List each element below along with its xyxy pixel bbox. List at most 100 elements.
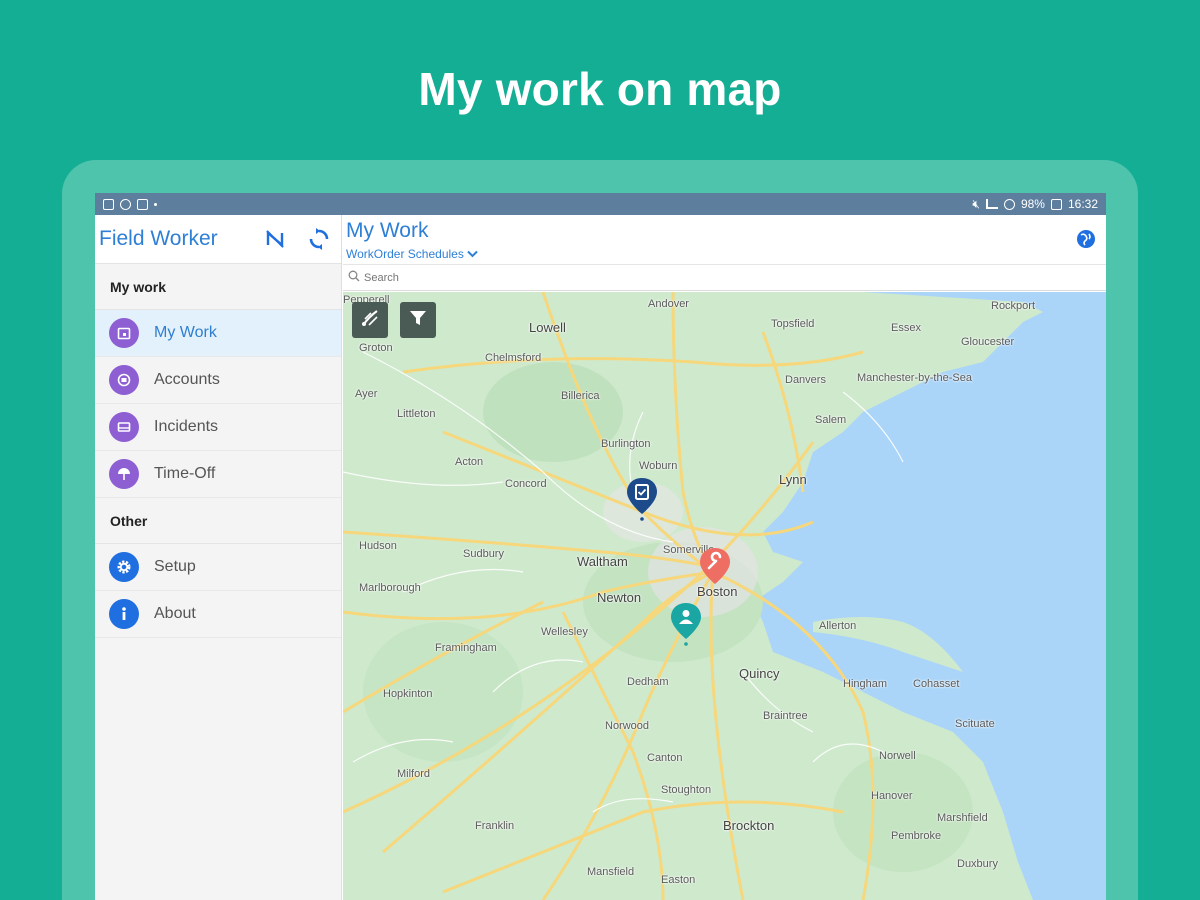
map-town-label: Burlington [601,438,651,450]
offline-icon[interactable] [263,227,287,251]
map-town-label: Manchester-by-the-Sea [857,372,972,384]
map-pin-customer[interactable] [669,601,703,647]
map-town-label: Hudson [359,540,397,552]
gallery-notification-icon [103,198,114,210]
map-town-label: Billerica [561,390,600,402]
hero-title: My work on map [418,63,782,115]
map-town-label: Hopkinton [383,688,433,700]
sync-notification-icon [120,198,131,210]
sidebar: Field Worker My work My Work Accounts In… [95,215,342,900]
map-town-label: Topsfield [771,318,815,330]
sidebar-item-setup[interactable]: Setup [95,544,341,591]
info-icon [109,599,139,629]
nearby-map-button[interactable] [352,302,388,338]
sidebar-item-label: Time-Off [154,465,216,482]
map-town-label: Dedham [627,676,669,688]
map-town-label: Danvers [785,374,826,386]
page-title: My Work [346,219,429,242]
status-system: 🔇︎ 98% 16:32 [972,197,1098,212]
search-icon [348,269,360,287]
sidebar-item-label: Incidents [154,418,219,435]
person-icon [671,603,701,646]
map-town-label: Norwood [605,720,650,732]
app-screen: 🔇︎ 98% 16:32 Field Worker My work My Wor… [95,193,1106,900]
sidebar-item-my-work[interactable]: My Work [95,310,341,357]
map-town-label: Cohasset [913,678,960,690]
wifi-icon [985,199,998,209]
filter-icon [408,308,428,333]
map-town-label: Brockton [723,818,775,833]
image-notification-icon [137,198,148,210]
map-town-label: Marlborough [359,582,421,594]
clock: 16:32 [1067,197,1098,211]
map-town-label: Mansfield [587,866,635,878]
sidebar-item-label: Accounts [154,371,220,388]
map-town-label: Pembroke [891,830,942,842]
map-town-label: Rockport [991,300,1036,312]
section-other: Other [95,498,341,544]
sync-icon[interactable] [307,227,331,251]
view-selector[interactable]: WorkOrder Schedules [346,247,478,261]
map-view[interactable]: Lowell Andover Pepperell Topsfield Rockp… [343,292,1106,900]
chevron-down-icon [467,247,478,261]
sidebar-item-accounts[interactable]: Accounts [95,357,341,404]
map-town-label: Sudbury [463,548,504,560]
map-town-label: Waltham [577,554,628,569]
mute-icon: 🔇︎ [972,196,980,211]
map-town-label: Hanover [871,790,913,802]
map-town-label: Ayer [355,388,378,400]
map-town-label: Easton [661,874,696,886]
map-town-label: Hingham [843,678,888,690]
map-town-label: Acton [455,456,484,468]
map-town-label: Gloucester [961,336,1015,348]
sidebar-header: Field Worker [95,215,341,264]
search-bar [343,264,1106,291]
status-notifications [103,198,157,210]
map-town-label: Lynn [779,472,807,487]
wrench-icon [700,548,730,584]
satellite-icon [359,307,381,334]
map-pin-work-order[interactable] [625,476,659,522]
calendar-icon [109,318,139,348]
accounts-icon [109,365,139,395]
map-town-label: Stoughton [661,784,712,796]
gear-icon [109,552,139,582]
main-header: My Work WorkOrder Schedules [343,215,1106,264]
sidebar-item-incidents[interactable]: Incidents [95,404,341,451]
map-town-label: Franklin [475,820,515,832]
map-town-label: Marshfield [937,812,988,824]
map-town-label: Allerton [819,620,857,632]
map-town-label: Andover [648,298,689,310]
search-input[interactable] [364,271,1064,284]
map-town-label: Salem [815,414,847,426]
battery-level: 98% [1020,197,1045,211]
map-town-label: Norwell [879,750,916,762]
map-town-label: Canton [647,752,683,764]
sidebar-item-label: About [154,605,196,622]
incidents-icon [109,412,139,442]
map-town-label: Groton [359,342,393,354]
battery-icon [1050,198,1062,210]
view-selector-label: WorkOrder Schedules [346,247,464,261]
map-town-label: Milford [397,768,431,780]
map-pin-repair[interactable] [698,546,732,592]
status-bar: 🔇︎ 98% 16:32 [95,193,1106,215]
map-town-label: Woburn [639,460,678,472]
section-my-work: My work [95,264,341,310]
sidebar-item-label: Setup [154,558,196,575]
map-town-label: Duxbury [957,858,998,870]
sidebar-item-about[interactable]: About [95,591,341,638]
map-town-label: Wellesley [541,626,588,638]
map-town-label: Newton [597,590,642,605]
beach-umbrella-icon [109,459,139,489]
map-town-label: Concord [505,478,547,490]
map-town-label: Chelmsford [485,352,542,364]
more-notifications-icon [154,202,157,206]
sidebar-item-time-off[interactable]: Time-Off [95,451,341,498]
map-town-label: Braintree [763,710,808,722]
dnd-icon [1003,198,1015,210]
app-title: Field Worker [99,227,218,250]
filter-button[interactable] [400,302,436,338]
clipboard-icon [627,478,657,521]
globe-icon[interactable] [1076,229,1096,249]
